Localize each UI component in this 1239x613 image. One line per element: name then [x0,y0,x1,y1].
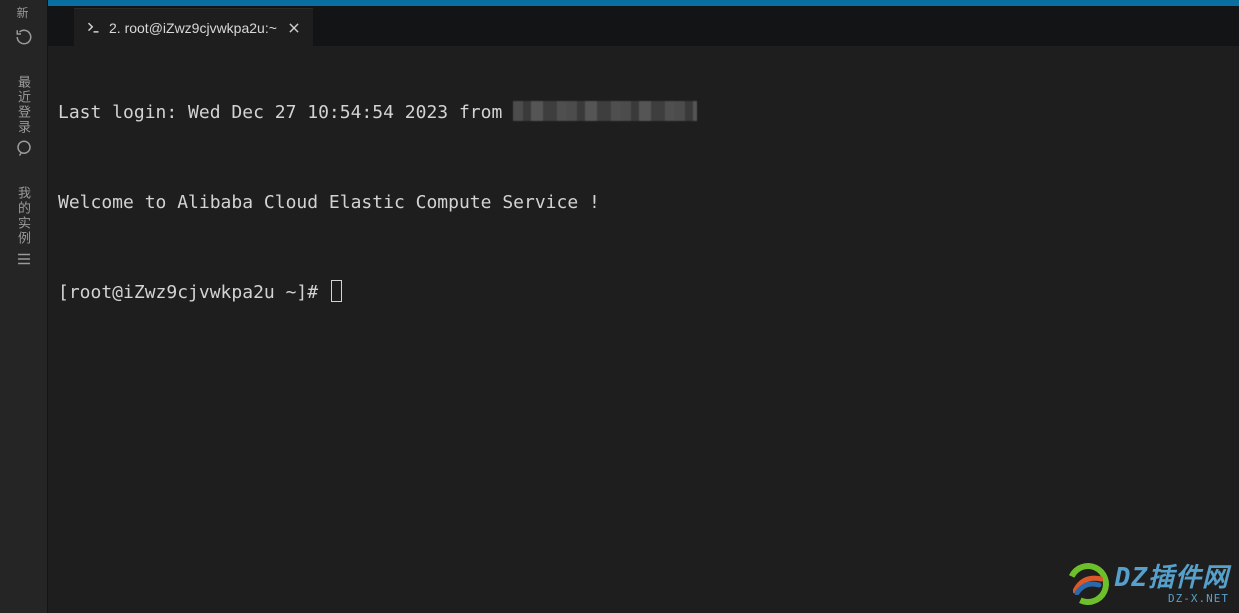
sidebar-my-instances-label: 我的实例 [14,186,33,246]
redacted-ip [513,101,697,121]
sidebar-item-new[interactable]: 新 [0,4,48,21]
tab-strip: 2. root@iZwz9cjvwkpa2u:~ [48,6,1239,46]
watermark-icon [1067,563,1109,605]
terminal-line-welcome: Welcome to Alibaba Cloud Elastic Compute… [52,188,1239,218]
terminal-cursor [331,280,342,302]
watermark-title: DZ插件网 [1115,565,1229,591]
clock-chat-icon [15,139,33,162]
left-sidebar: 新 最近登录 我的实例 [0,0,48,613]
terminal-line-prompt: [root@iZwz9cjvwkpa2u ~]# [52,278,1239,308]
sidebar-recent-login-label: 最近登录 [14,75,33,135]
sidebar-item-my-instances[interactable]: 我的实例 [14,186,33,273]
sidebar-item-refresh[interactable] [0,27,48,49]
close-icon[interactable] [285,19,303,37]
main-panel: 2. root@iZwz9cjvwkpa2u:~ Last login: Wed… [48,0,1239,613]
tab-terminal-session[interactable]: 2. root@iZwz9cjvwkpa2u:~ [74,8,313,46]
watermark-logo: DZ插件网 DZ-X.NET [1067,563,1229,605]
sidebar-item-recent-login[interactable]: 最近登录 [14,75,33,162]
tab-label: 2. root@iZwz9cjvwkpa2u:~ [109,20,277,36]
refresh-icon [14,27,34,47]
prompt-text: [root@iZwz9cjvwkpa2u ~]# [58,282,329,303]
terminal-line-last-login: Last login: Wed Dec 27 10:54:54 2023 fro… [52,98,1239,128]
terminal-icon [86,20,101,35]
list-icon [15,250,33,273]
watermark-sub: DZ-X.NET [1168,593,1229,604]
last-login-text: Last login: Wed Dec 27 10:54:54 2023 fro… [58,102,513,123]
sidebar-new-label: 新 [16,4,30,21]
terminal-output[interactable]: Last login: Wed Dec 27 10:54:54 2023 fro… [48,46,1239,613]
